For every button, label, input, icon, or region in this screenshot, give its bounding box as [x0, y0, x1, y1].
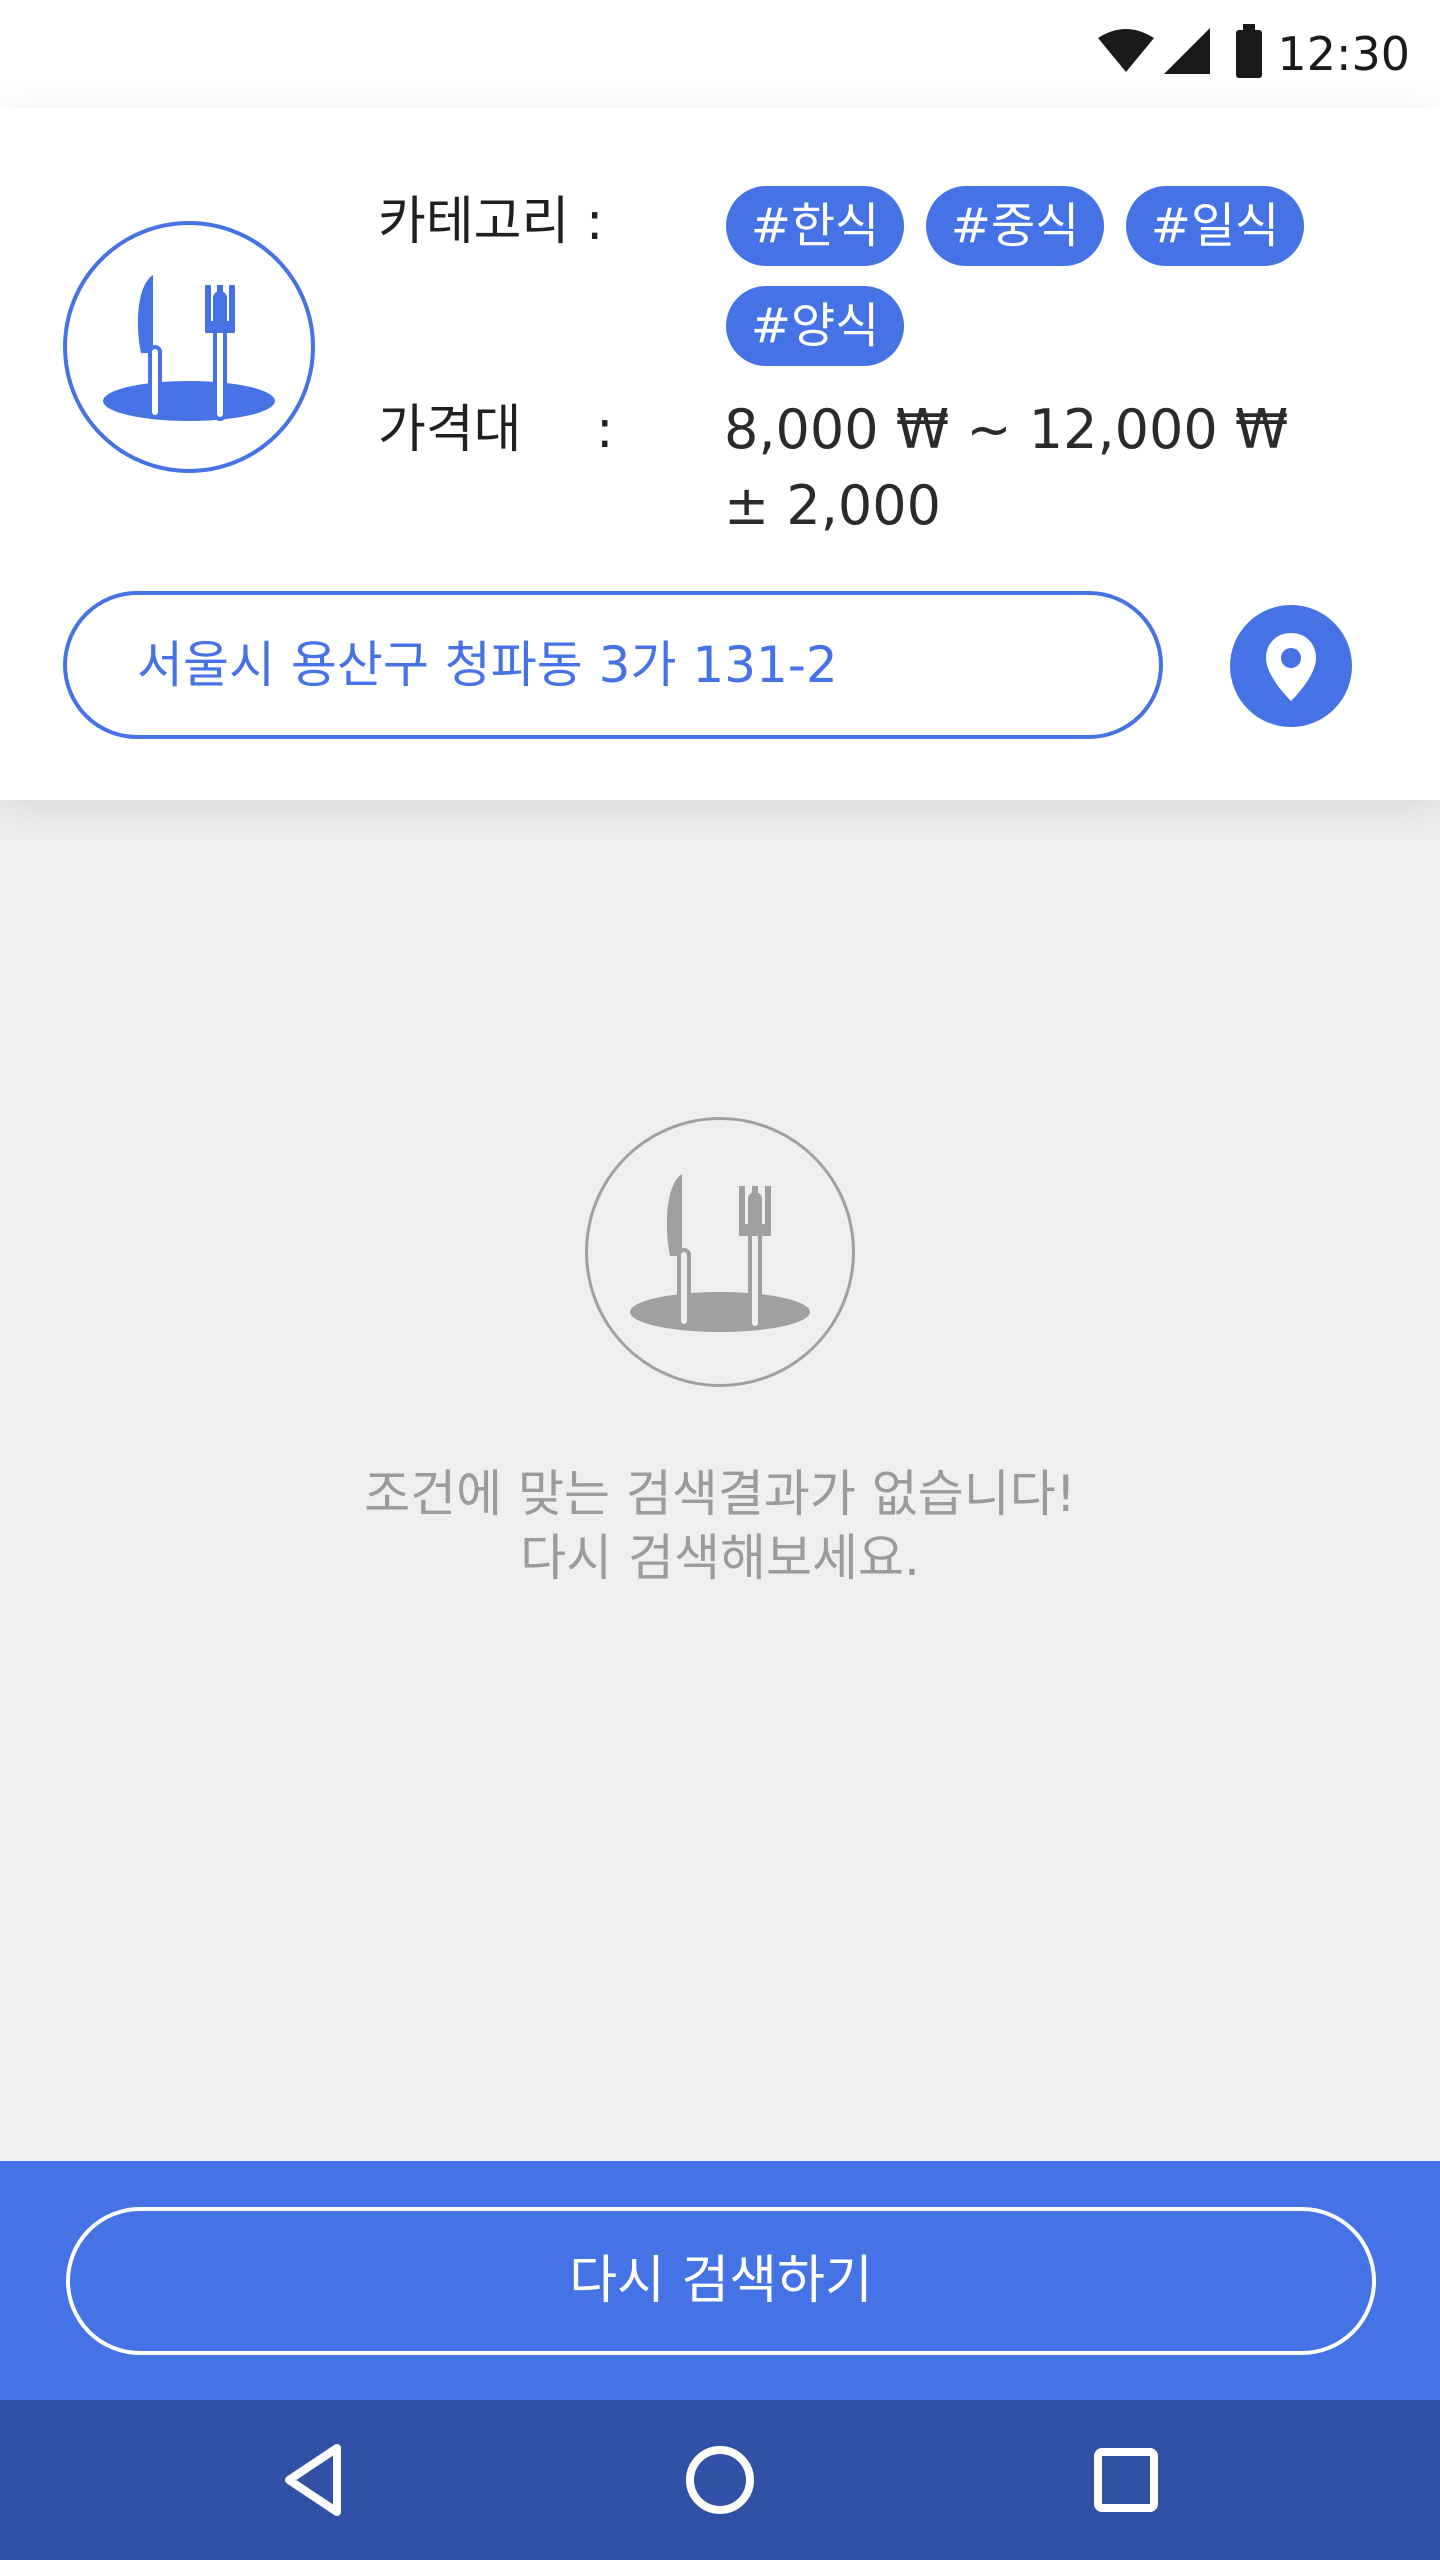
back-icon: [285, 2444, 341, 2516]
navigation-bar: [0, 2400, 1440, 2560]
price-range: 8,000 ₩ ~ 12,000 ₩: [724, 398, 1289, 461]
category-tag-chinese[interactable]: #중식: [926, 186, 1104, 266]
recents-icon: [1094, 2448, 1158, 2512]
price-label: 가격대: [378, 400, 522, 460]
location-button[interactable]: [1230, 605, 1352, 727]
status-icons: [1096, 24, 1266, 84]
address-text: 서울시 용산구 청파동 3가 131-2: [137, 636, 838, 694]
address-field[interactable]: 서울시 용산구 청파동 3가 131-2: [63, 591, 1163, 739]
status-time: 12:30: [1277, 27, 1410, 81]
category-tag-japanese[interactable]: #일식: [1126, 186, 1304, 266]
category-label: 카테고리 :: [378, 192, 604, 252]
empty-state-message: 조건에 맞는 검색결과가 없습니다! 다시 검색해보세요.: [220, 1462, 1220, 1590]
empty-state-line-2: 다시 검색해보세요.: [520, 1529, 920, 1587]
category-tag-western[interactable]: #양식: [726, 286, 904, 366]
home-icon: [686, 2446, 754, 2514]
location-pin-icon: [1266, 633, 1316, 701]
price-colon: :: [596, 400, 614, 460]
wifi-icon: [1098, 29, 1154, 72]
search-again-button[interactable]: 다시 검색하기: [66, 2207, 1376, 2355]
empty-state-line-1: 조건에 맞는 검색결과가 없습니다!: [364, 1465, 1076, 1523]
restaurant-logo: [63, 221, 315, 473]
status-bar: 12:30: [0, 0, 1440, 108]
signal-icon: [1164, 28, 1210, 74]
knife-fork-icon: [630, 1174, 810, 1332]
battery-icon: [1236, 24, 1262, 78]
bottom-action-bar: 다시 검색하기: [0, 2161, 1440, 2400]
empty-state-icon: [585, 1117, 855, 1387]
filter-summary-header: 카테고리 : #한식 #중식 #일식 #양식 가격대 : 8,000 ₩ ~ 1…: [0, 108, 1440, 800]
recents-button[interactable]: [1078, 2432, 1174, 2528]
price-tolerance: ± 2,000: [724, 474, 942, 537]
category-tag-korean[interactable]: #한식: [726, 186, 904, 266]
knife-fork-icon: [103, 275, 275, 421]
back-button[interactable]: [267, 2432, 363, 2528]
home-button[interactable]: [672, 2432, 768, 2528]
